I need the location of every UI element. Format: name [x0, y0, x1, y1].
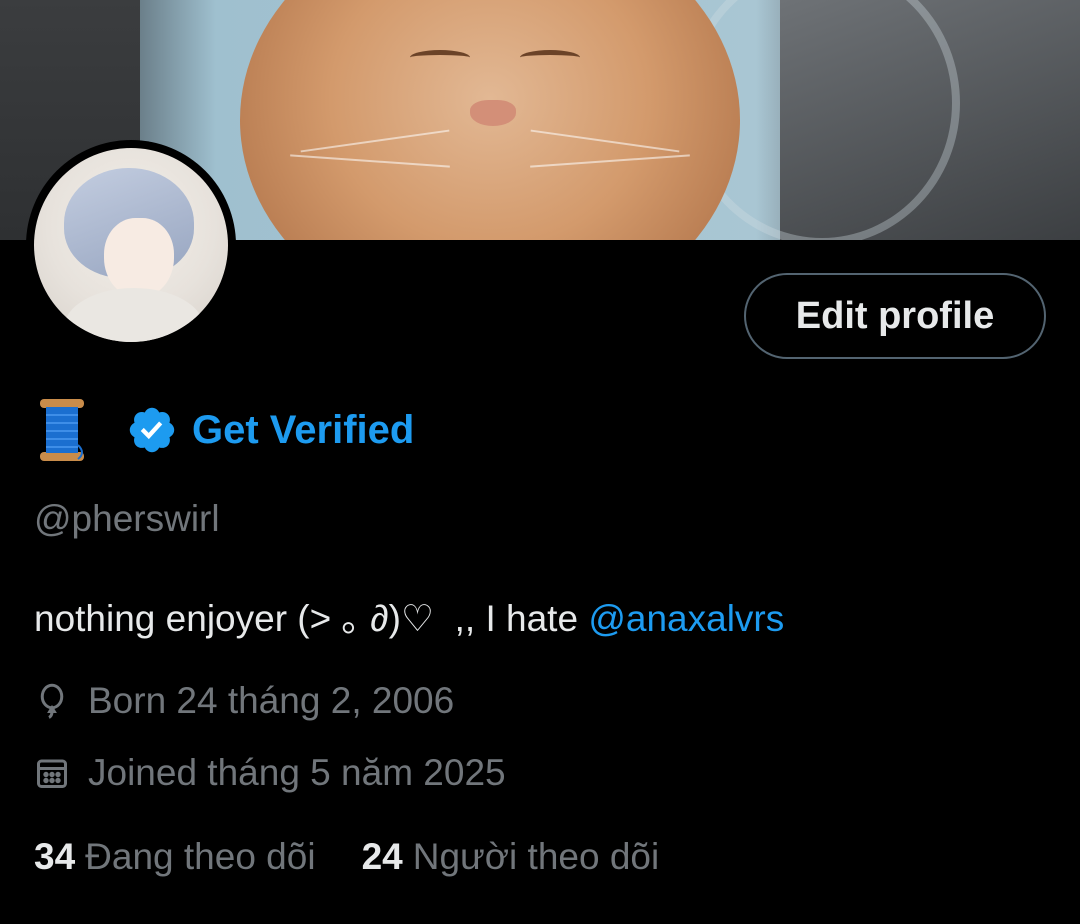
cat-eye-left	[410, 50, 470, 65]
cat-whisker	[530, 154, 690, 168]
follow-stats: 34 Đang theo dõi 24 Người theo dõi	[34, 836, 659, 878]
edit-profile-button[interactable]: Edit profile	[744, 273, 1046, 359]
profile-name-row: Get Verified	[34, 394, 414, 466]
followers-label: Người theo dõi	[412, 836, 660, 877]
cat-whisker	[300, 129, 450, 153]
followers-count: 24	[361, 836, 403, 877]
following-label: Đang theo dõi	[85, 836, 316, 877]
calendar-icon	[34, 755, 70, 791]
followers-link[interactable]: 24 Người theo dõi	[362, 836, 660, 878]
profile-handle: @pherswirl	[34, 498, 220, 539]
profile-join-date: Joined tháng 5 năm 2025	[34, 752, 506, 794]
birthday-text: Born 24 tháng 2, 2006	[88, 680, 455, 721]
banner-cat-image	[240, 0, 740, 240]
spool-of-thread-icon	[34, 397, 90, 463]
profile-avatar[interactable]	[26, 140, 236, 350]
cat-whisker	[290, 154, 450, 168]
get-verified-link[interactable]: Get Verified	[192, 408, 414, 453]
cat-nose	[470, 100, 516, 126]
following-count: 34	[34, 836, 76, 877]
cat-eye-right	[520, 50, 580, 65]
following-link[interactable]: 34 Đang theo dõi	[34, 836, 316, 878]
join-date-text: Joined tháng 5 năm 2025	[88, 752, 506, 793]
bio-mention-link[interactable]: @anaxalvrs	[588, 598, 784, 639]
avatar-image	[34, 148, 228, 342]
avatar-clothing	[64, 288, 204, 342]
cat-whisker	[530, 129, 680, 153]
balloon-icon	[34, 683, 70, 719]
profile-bio: nothing enjoyer (˃ ｡ ∂)♡ ,, I hate @anax…	[34, 588, 784, 642]
avatar-face	[104, 218, 174, 298]
profile-birthday: Born 24 tháng 2, 2006	[34, 680, 454, 722]
bio-text: nothing enjoyer (˃ ｡ ∂)♡ ,, I hate	[34, 598, 589, 639]
verified-badge-icon[interactable]	[126, 404, 178, 456]
